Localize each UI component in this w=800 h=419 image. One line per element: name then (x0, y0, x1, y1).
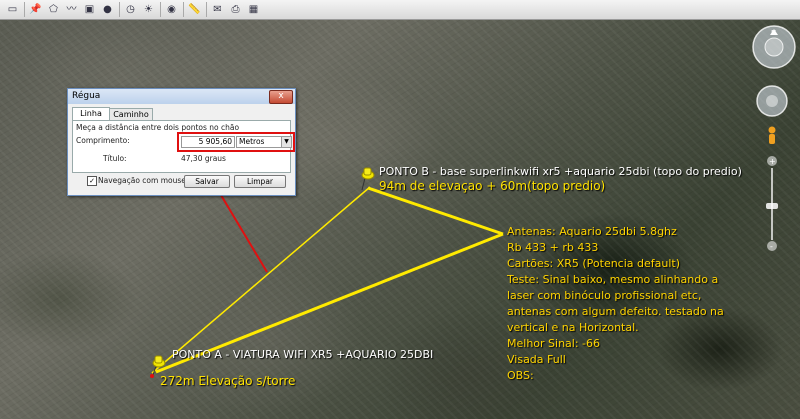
placemark-icon[interactable]: 📌 (28, 2, 43, 17)
sunlight-icon[interactable]: ☀ (141, 2, 156, 17)
note-best-signal: Melhor Sinal: -66 (507, 337, 601, 350)
email-icon[interactable]: ✉ (210, 2, 225, 17)
note-obs: OBS: (507, 369, 534, 382)
note-line-of-sight: Visada Full (507, 353, 566, 366)
link-line-thin (151, 186, 371, 374)
save-button[interactable]: Salvar (184, 175, 230, 188)
mouse-nav-checkbox[interactable]: ✓ (87, 176, 97, 186)
length-highlight: 5 905,60 Metros ▼ (177, 132, 295, 152)
print-icon[interactable]: ⎙ (228, 2, 243, 17)
ruler-icon[interactable]: 📏 (187, 2, 202, 17)
path-icon[interactable]: 〰 (64, 2, 79, 17)
note-routers: Rb 433 + rb 433 (507, 241, 599, 254)
point-a-dot (150, 374, 154, 378)
point-b-elevation: 94m de elevaçao + 60m(topo predio) (379, 179, 606, 193)
unit-select[interactable]: Metros ▼ (236, 136, 292, 148)
point-a-title[interactable]: PONTO A - VIATURA WIFI XR5 +AQUARIO 25DB… (172, 348, 433, 361)
length-field[interactable]: 5 905,60 (181, 136, 235, 148)
polygon-icon[interactable]: ⬠ (46, 2, 61, 17)
toolbar: ▭ 📌 ⬠ 〰 ▣ ● ◷ ☀ ◉ 📏 ✉ ⎙ ▦ (0, 0, 800, 20)
note-test: Teste: Sinal baixo, mesmo alinhando a la… (507, 273, 724, 334)
close-button[interactable]: x (269, 90, 293, 104)
point-b-title[interactable]: PONTO B - base superlinkwifi xr5 +aquari… (379, 165, 742, 178)
unit-select-value: Metros (239, 137, 265, 146)
image-overlay-icon[interactable]: ▣ (82, 2, 97, 17)
pushpin-b-icon[interactable] (361, 167, 375, 191)
mouse-nav-label: Navegação com mouse (98, 176, 186, 185)
instruction-text: Meça a distância entre dois pontos no ch… (76, 123, 240, 132)
point-a-elevation: 272m Elevação s/torre (160, 374, 296, 388)
notes-block: Antenas: Aquario 25dbi 5.8ghz Rb 433 + r… (507, 224, 747, 384)
hide-sidebar-icon[interactable]: ▭ (5, 2, 20, 17)
record-tour-icon[interactable]: ● (100, 2, 115, 17)
heading-label: Título: (103, 154, 127, 163)
length-label: Comprimento: (76, 136, 130, 145)
dialog-panel: Meça a distância entre dois pontos no ch… (72, 120, 295, 173)
note-antennas: Antenas: Aquario 25dbi 5.8ghz (507, 225, 677, 238)
link-line-b-note (367, 186, 504, 236)
view-in-maps-icon[interactable]: ▦ (246, 2, 261, 17)
planets-icon[interactable]: ◉ (164, 2, 179, 17)
clear-button[interactable]: Limpar (234, 175, 286, 188)
note-cards: Cartões: XR5 (Potencia default) (507, 257, 681, 270)
historical-imagery-icon[interactable]: ◷ (123, 2, 138, 17)
tab-line[interactable]: Linha (72, 107, 110, 121)
chevron-down-icon[interactable]: ▼ (281, 137, 291, 147)
dialog-title[interactable]: Régua (68, 89, 295, 104)
ruler-dialog: Régua x Linha Caminho Meça a distância e… (67, 88, 296, 196)
heading-value: 47,30 graus (181, 154, 226, 163)
